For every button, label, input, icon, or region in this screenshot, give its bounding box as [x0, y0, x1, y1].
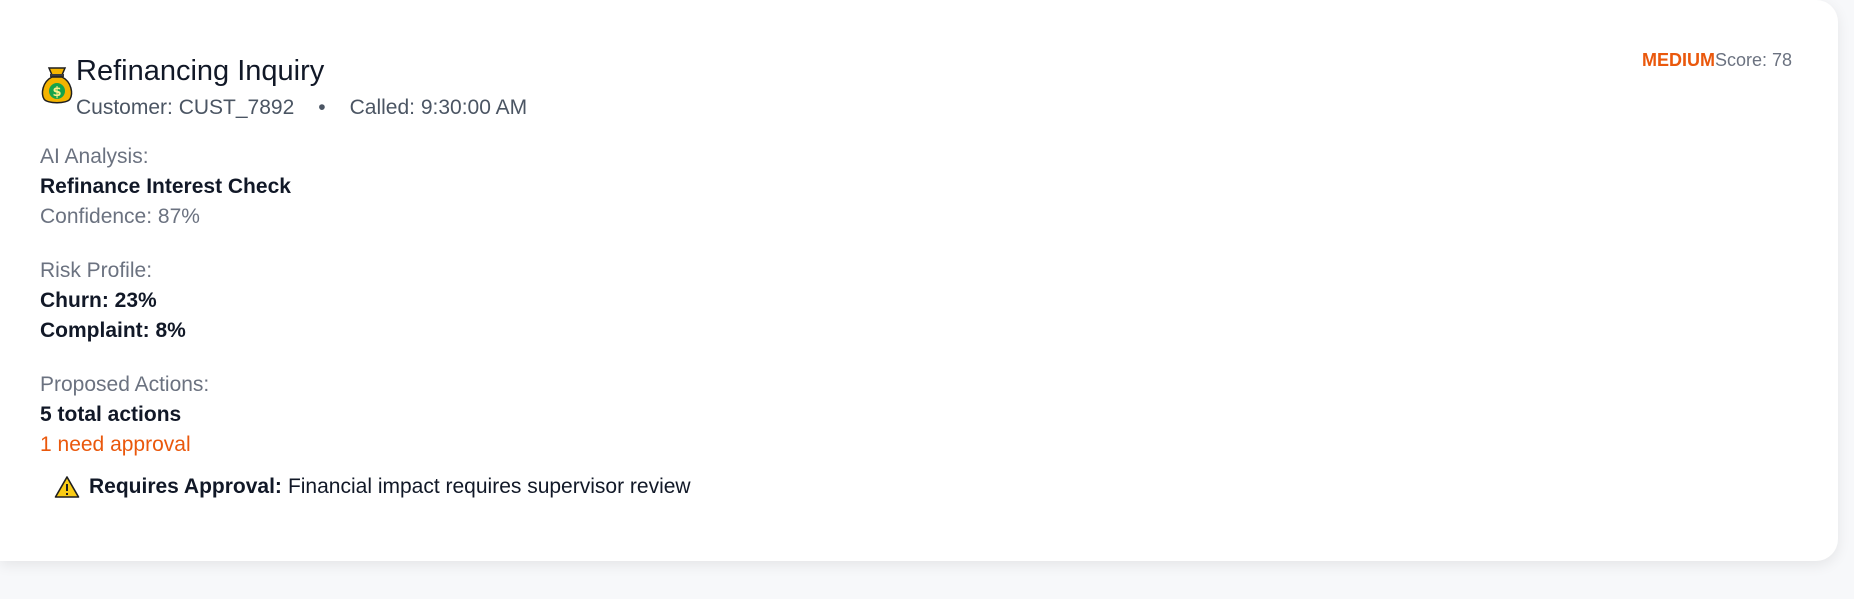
approval-label: Requires Approval:: [89, 475, 282, 498]
approval-count: 1 need approval: [40, 433, 191, 456]
churn-risk: Churn: 23%: [40, 289, 157, 312]
meta-separator: •: [318, 96, 326, 119]
risk-profile-section: Risk Profile: Churn: 23% Complaint: 8%: [40, 256, 186, 346]
ai-analysis-heading: AI Analysis:: [40, 145, 149, 168]
approval-notice: Requires Approval: Financial impact requ…: [54, 472, 691, 502]
total-actions: 5 total actions: [40, 403, 182, 426]
approval-reason: Financial impact requires supervisor rev…: [287, 475, 691, 498]
proposed-actions-heading: Proposed Actions:: [40, 373, 210, 396]
header-text: Refinancing Inquiry Customer: CUST_7892 …: [76, 54, 527, 122]
money-bag-icon: $: [41, 67, 73, 104]
score-badge: MEDIUM Score: 78: [1642, 48, 1792, 72]
called-time: Called: 9:30:00 AM: [349, 96, 528, 119]
ai-analysis-intent: Refinance Interest Check: [40, 175, 291, 198]
complaint-risk: Complaint: 8%: [40, 319, 186, 342]
priority-label: MEDIUM: [1641, 50, 1715, 70]
score-value: Score: 78: [1714, 50, 1792, 70]
call-meta: Customer: CUST_7892 • Called: 9:30:00 AM: [76, 94, 527, 122]
ai-analysis-section: AI Analysis: Refinance Interest Check Co…: [40, 142, 291, 232]
customer-id: Customer: CUST_7892: [76, 96, 295, 119]
warning-icon: [54, 476, 80, 498]
svg-text:$: $: [52, 85, 61, 100]
proposed-actions-section: Proposed Actions: 5 total actions 1 need…: [40, 370, 209, 460]
card-title: Refinancing Inquiry: [76, 55, 325, 87]
call-card[interactable]: $ Refinancing Inquiry Customer: CUST_789…: [0, 0, 1838, 561]
card-header: $ Refinancing Inquiry Customer: CUST_789…: [40, 54, 527, 122]
risk-profile-heading: Risk Profile:: [40, 259, 153, 282]
ai-analysis-confidence: Confidence: 87%: [40, 205, 200, 228]
